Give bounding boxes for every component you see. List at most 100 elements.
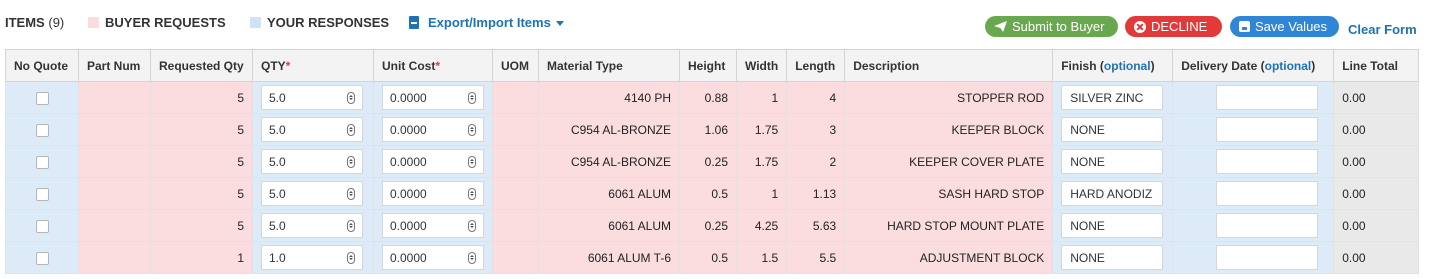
export-import-dropdown[interactable]: Export/Import Items [409,15,564,30]
optional-tag: optional [1103,58,1151,73]
no-quote-checkbox[interactable] [35,123,49,137]
table-row: 5 5.0 0.0000 6061 ALUM 0.5 1 1.13 SASH H… [5,177,1420,210]
qty-input[interactable]: 5.0 [261,213,363,238]
finish-input[interactable]: NONE [1061,245,1164,270]
submit-to-buyer-button[interactable]: Submit to Buyer [985,16,1118,37]
unit-cost-input[interactable]: 0.0000 [382,85,484,110]
unit-cost-value: 0.0000 [390,122,427,137]
delivery-date-input[interactable] [1216,85,1319,110]
items-toolbar: ITEMS (9) BUYER REQUESTS YOUR RESPONSES … [0,0,1433,48]
save-values-button[interactable]: Save Values [1230,16,1339,37]
no-quote-cell [5,145,79,178]
qty-input[interactable]: 5.0 [261,117,363,142]
table-row: 1 1.0 0.0000 6061 ALUM T-6 0.5 1.5 5.5 A… [5,241,1420,274]
submit-label: Submit to Buyer [1012,19,1105,34]
delivery-date-input[interactable] [1216,117,1319,142]
description-cell: HARD STOP MOUNT PLATE [844,209,1054,242]
delivery-date-input[interactable] [1216,181,1319,206]
no-quote-checkbox[interactable] [35,155,49,169]
no-quote-checkbox[interactable] [35,187,49,201]
buyer-swatch [88,17,99,28]
requested-qty-cell: 5 [150,113,253,146]
table-row: 5 5.0 0.0000 C954 AL-BRONZE 1.06 1.75 3 … [5,113,1420,146]
finish-cell: HARD ANODIZ [1052,177,1174,210]
height-cell: 1.06 [679,113,737,146]
decline-button[interactable]: DECLINE [1125,16,1222,37]
part-num-cell [78,209,151,242]
stepper-icon[interactable] [347,187,355,200]
delivery-date-input[interactable] [1216,213,1319,238]
qty-value: 1.0 [269,250,286,265]
stepper-icon[interactable] [468,91,476,104]
line-total-cell: 0.00 [1333,209,1420,242]
finish-input[interactable]: NONE [1061,213,1164,238]
delivery-date-cell [1172,81,1335,114]
unit-cost-input[interactable]: 0.0000 [382,213,484,238]
no-quote-checkbox[interactable] [35,91,49,105]
description-cell: SASH HARD STOP [844,177,1054,210]
stepper-icon[interactable] [468,155,476,168]
stepper-icon[interactable] [347,91,355,104]
qty-value: 5.0 [269,186,286,201]
unit-cost-input[interactable]: 0.0000 [382,245,484,270]
unit-cost-cell: 0.0000 [373,113,493,146]
finish-input[interactable]: SILVER ZINC [1061,85,1164,110]
stepper-icon[interactable] [347,219,355,232]
finish-cell: NONE [1052,209,1174,242]
finish-value: NONE [1070,218,1105,233]
items-table: No Quote Part Num Requested Qty QTY* Uni… [5,49,1420,274]
qty-input[interactable]: 5.0 [261,85,363,110]
no-quote-checkbox[interactable] [35,219,49,233]
length-cell: 5.5 [786,241,846,274]
stepper-icon[interactable] [468,251,476,264]
delivery-date-input[interactable] [1216,245,1319,270]
unit-cost-input[interactable]: 0.0000 [382,181,484,206]
length-cell: 1.13 [786,177,846,210]
stepper-icon[interactable] [468,219,476,232]
delivery-date-input[interactable] [1216,149,1319,174]
finish-cell: NONE [1052,113,1174,146]
stepper-icon[interactable] [468,123,476,136]
uom-cell [492,113,539,146]
line-total-cell: 0.00 [1333,177,1420,210]
col-no-quote: No Quote [5,49,79,82]
optional-tag: optional [1264,58,1312,73]
line-total-cell: 0.00 [1333,241,1420,274]
qty-input[interactable]: 5.0 [261,149,363,174]
material-type-cell: C954 AL-BRONZE [538,145,680,178]
finish-value: SILVER ZINC [1070,90,1144,105]
finish-input[interactable]: NONE [1061,117,1164,142]
qty-input[interactable]: 5.0 [261,181,363,206]
finish-input[interactable]: NONE [1061,149,1164,174]
height-cell: 0.88 [679,81,737,114]
table-header: No Quote Part Num Requested Qty QTY* Uni… [5,49,1420,82]
col-part-num: Part Num [78,49,151,82]
material-type-cell: C954 AL-BRONZE [538,113,680,146]
delivery-date-cell [1172,177,1335,210]
unit-cost-input[interactable]: 0.0000 [382,149,484,174]
width-cell: 4.25 [735,209,788,242]
finish-cell: NONE [1052,241,1174,274]
delivery-date-cell [1172,145,1335,178]
stepper-icon[interactable] [347,155,355,168]
line-total-cell: 0.00 [1333,145,1420,178]
unit-cost-input[interactable]: 0.0000 [382,117,484,142]
qty-label: QTY [261,58,286,73]
col-material-type: Material Type [538,49,680,82]
qty-cell: 5.0 [252,81,374,114]
qty-input[interactable]: 1.0 [261,245,363,270]
legend-buyer-label: BUYER REQUESTS [105,15,226,30]
no-quote-checkbox[interactable] [35,251,49,265]
legend-responses-label: YOUR RESPONSES [267,15,390,30]
delivery-date-cell [1172,113,1335,146]
finish-input[interactable]: HARD ANODIZ [1061,181,1164,206]
part-num-cell [78,81,151,114]
material-type-cell: 6061 ALUM T-6 [538,241,680,274]
requested-qty-cell: 5 [150,177,253,210]
uom-cell [492,81,539,114]
stepper-icon[interactable] [468,187,476,200]
unit-cost-value: 0.0000 [390,250,427,265]
stepper-icon[interactable] [347,251,355,264]
stepper-icon[interactable] [347,123,355,136]
clear-form-link[interactable]: Clear Form [1348,22,1417,37]
